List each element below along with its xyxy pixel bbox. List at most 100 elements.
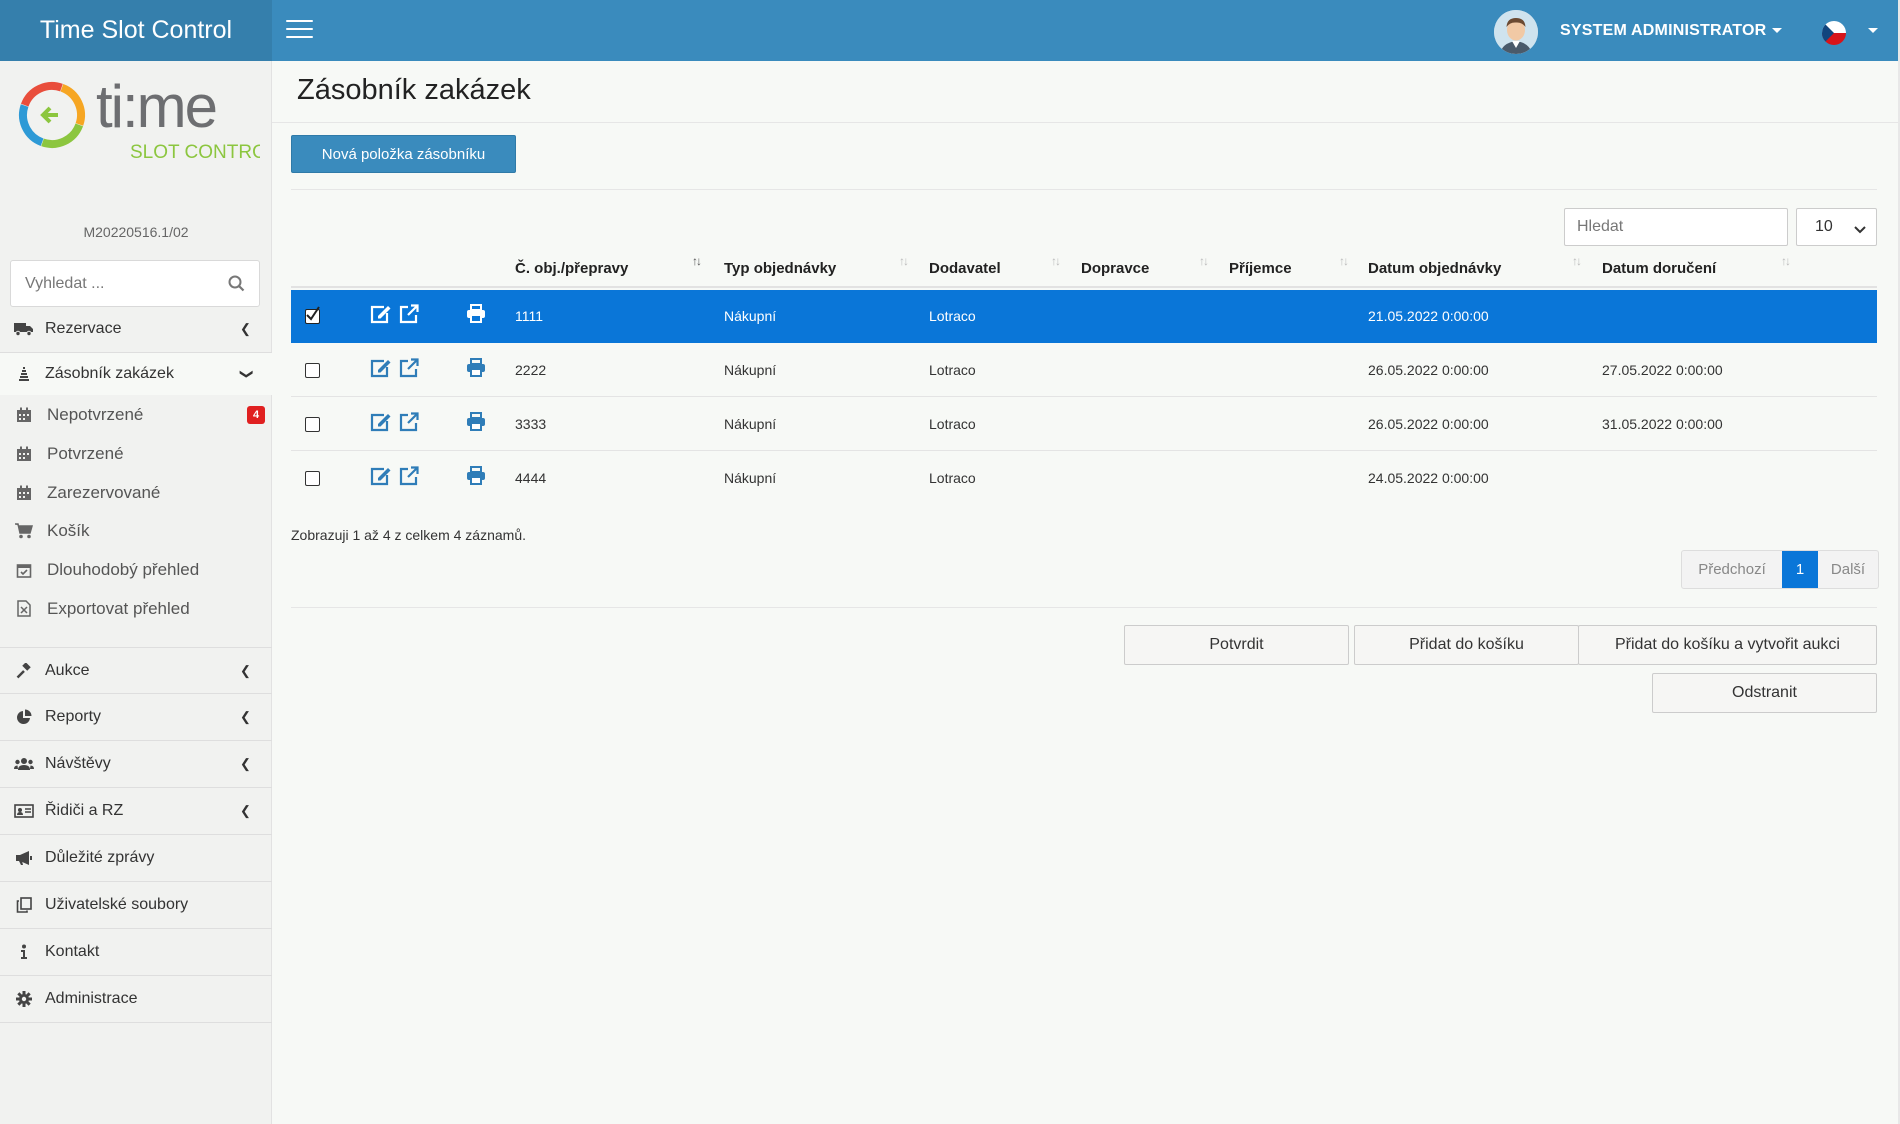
- sidebar-item-label: Potvrzené: [47, 443, 124, 463]
- pagination-page[interactable]: 1: [1782, 551, 1818, 588]
- caret-down-icon[interactable]: [1868, 28, 1878, 33]
- sidebar-item-kosik[interactable]: Košík: [0, 511, 272, 550]
- sidebar-item-kontakt[interactable]: Kontakt: [0, 929, 272, 976]
- pie-chart-icon: [14, 709, 34, 725]
- chevron-down-icon: [1854, 221, 1866, 239]
- avatar[interactable]: [1494, 10, 1538, 54]
- sidebar-item-aukce[interactable]: Aukce ❮: [0, 647, 272, 694]
- chevron-down-icon: ❮: [237, 368, 253, 380]
- user-name-menu[interactable]: SYSTEM ADMINISTRATOR: [1560, 22, 1766, 40]
- sort-icon[interactable]: ↑↓: [1051, 254, 1061, 268]
- calendar-icon: [14, 407, 34, 423]
- page-title: Zásobník zakázek: [297, 74, 531, 106]
- sort-icon[interactable]: ↑↓: [899, 254, 909, 268]
- sidebar-item-label: Zásobník zakázek: [45, 365, 174, 382]
- calendar-check-icon: [14, 562, 34, 578]
- language-flag-icon[interactable]: [1822, 21, 1846, 45]
- search-icon[interactable]: [228, 275, 245, 296]
- column-header-delivery-date[interactable]: Datum doručení: [1602, 260, 1716, 277]
- divider: [291, 607, 1877, 608]
- hamburger-icon: [286, 20, 313, 22]
- table-row[interactable]: 2222 Nákupní Lotraco 26.05.2022 0:00:00 …: [291, 344, 1877, 397]
- sidebar-item-administrace[interactable]: Administrace: [0, 976, 272, 1023]
- version-label: M20220516.1/02: [83, 224, 189, 240]
- sort-icon[interactable]: ↑↓: [1572, 254, 1582, 268]
- sidebar-item-uzivatelske-soubory[interactable]: Uživatelské soubory: [0, 882, 272, 929]
- print-icon[interactable]: [466, 304, 486, 327]
- pagination-next[interactable]: Další: [1818, 551, 1878, 588]
- external-link-icon[interactable]: [399, 358, 419, 382]
- sidebar-item-potvrzene[interactable]: Potvrzené: [0, 434, 272, 473]
- divider: [272, 122, 1898, 123]
- sidebar-item-label: Rezervace: [45, 320, 122, 337]
- cell-order-number: 2222: [515, 362, 547, 378]
- sidebar-item-reporty[interactable]: Reporty ❮: [0, 694, 272, 741]
- sidebar-item-ridici-a-rz[interactable]: Řidiči a RZ ❮: [0, 788, 272, 835]
- add-to-cart-button[interactable]: Přidat do košíku: [1354, 625, 1579, 665]
- remove-button[interactable]: Odstranit: [1652, 673, 1877, 713]
- column-header-supplier[interactable]: Dodavatel: [929, 260, 1001, 277]
- sidebar-item-nepotvrzene[interactable]: Nepotvrzené 4: [0, 395, 272, 434]
- cell-order-type: Nákupní: [724, 416, 777, 432]
- column-header-order-date[interactable]: Datum objednávky: [1368, 260, 1501, 277]
- sidebar-item-label: Exportovat přehled: [47, 598, 190, 618]
- cell-supplier: Lotraco: [929, 470, 976, 486]
- sidebar-item-zasobnik-zakazek[interactable]: Zásobník zakázek ❮: [0, 353, 272, 395]
- info-icon: [14, 944, 34, 960]
- print-icon[interactable]: [466, 466, 486, 489]
- table-row[interactable]: 1111 Nákupní Lotraco 21.05.2022 0:00:00: [291, 290, 1877, 343]
- chevron-left-icon: ❮: [240, 321, 251, 336]
- sidebar-item-zarezervovane[interactable]: Zarezervované: [0, 473, 272, 512]
- cell-order-number: 4444: [515, 470, 547, 486]
- print-icon[interactable]: [466, 412, 486, 435]
- edit-icon[interactable]: [370, 358, 392, 382]
- cell-order-type: Nákupní: [724, 362, 777, 378]
- table-row[interactable]: 4444 Nákupní Lotraco 24.05.2022 0:00:00: [291, 452, 1877, 505]
- external-link-icon[interactable]: [399, 466, 419, 490]
- print-icon[interactable]: [466, 358, 486, 381]
- external-link-icon[interactable]: [399, 412, 419, 436]
- menu-toggle-button[interactable]: [286, 20, 313, 40]
- chevron-left-icon: ❮: [240, 662, 251, 678]
- new-item-button[interactable]: Nová položka zásobníku: [291, 135, 516, 173]
- app-frame: Time Slot Control SYSTEM ADMINISTRATOR t…: [0, 0, 1898, 1124]
- edit-icon[interactable]: [370, 304, 392, 328]
- caret-down-icon[interactable]: [1772, 28, 1782, 33]
- sort-icon[interactable]: ↑↓: [1199, 254, 1209, 268]
- confirm-button[interactable]: Potvrdit: [1124, 625, 1349, 665]
- row-checkbox[interactable]: [305, 363, 320, 378]
- column-header-carrier[interactable]: Dopravce: [1081, 260, 1149, 277]
- chevron-left-icon: ❮: [240, 803, 251, 818]
- edit-icon[interactable]: [370, 412, 392, 436]
- sidebar-item-exportovat-prehled[interactable]: Exportovat přehled: [0, 589, 272, 628]
- sidebar-item-dulezite-zpravy[interactable]: Důležité zprávy: [0, 835, 272, 882]
- sort-icon[interactable]: ↑↓: [1339, 254, 1349, 268]
- sidebar-item-rezervace[interactable]: Rezervace ❮: [0, 306, 272, 353]
- table-row[interactable]: 3333 Nákupní Lotraco 26.05.2022 0:00:00 …: [291, 398, 1877, 451]
- users-icon: [14, 757, 34, 771]
- column-header-order-number[interactable]: Č. obj./přepravy: [515, 260, 628, 277]
- logo-wordmark: ti:me: [96, 75, 216, 140]
- column-header-recipient[interactable]: Příjemce: [1229, 260, 1292, 277]
- sort-icon[interactable]: ↑↓: [1781, 254, 1791, 268]
- edit-icon[interactable]: [370, 466, 392, 490]
- table-header: Č. obj./přepravy ↑↓ Typ objednávky ↑↓ Do…: [291, 250, 1877, 288]
- table-info: Zobrazuji 1 až 4 z celkem 4 záznamů.: [291, 527, 526, 543]
- sidebar-item-label: Důležité zprávy: [45, 849, 155, 866]
- row-checkbox[interactable]: [305, 417, 320, 432]
- sidebar-item-dlouhodoby-prehled[interactable]: Dlouhodobý přehled: [0, 550, 272, 589]
- row-checkbox[interactable]: [305, 306, 320, 324]
- sidebar-item-navstevy[interactable]: Návštěvy ❮: [0, 741, 272, 788]
- sort-icon[interactable]: ↑↓: [692, 254, 702, 268]
- page-size-select[interactable]: 10: [1796, 208, 1877, 246]
- add-to-cart-and-create-auction-button[interactable]: Přidat do košíku a vytvořit aukci: [1578, 625, 1877, 665]
- cell-delivery-date: 31.05.2022 0:00:00: [1602, 416, 1723, 432]
- cell-supplier: Lotraco: [929, 362, 976, 378]
- pagination-previous[interactable]: Předchozí: [1682, 551, 1782, 588]
- cell-order-date: 26.05.2022 0:00:00: [1368, 416, 1489, 432]
- row-checkbox[interactable]: [305, 471, 320, 486]
- table-search-input[interactable]: [1564, 208, 1788, 246]
- external-link-icon[interactable]: [399, 304, 419, 328]
- sidebar-search-input[interactable]: [11, 261, 211, 306]
- column-header-order-type[interactable]: Typ objednávky: [724, 260, 836, 277]
